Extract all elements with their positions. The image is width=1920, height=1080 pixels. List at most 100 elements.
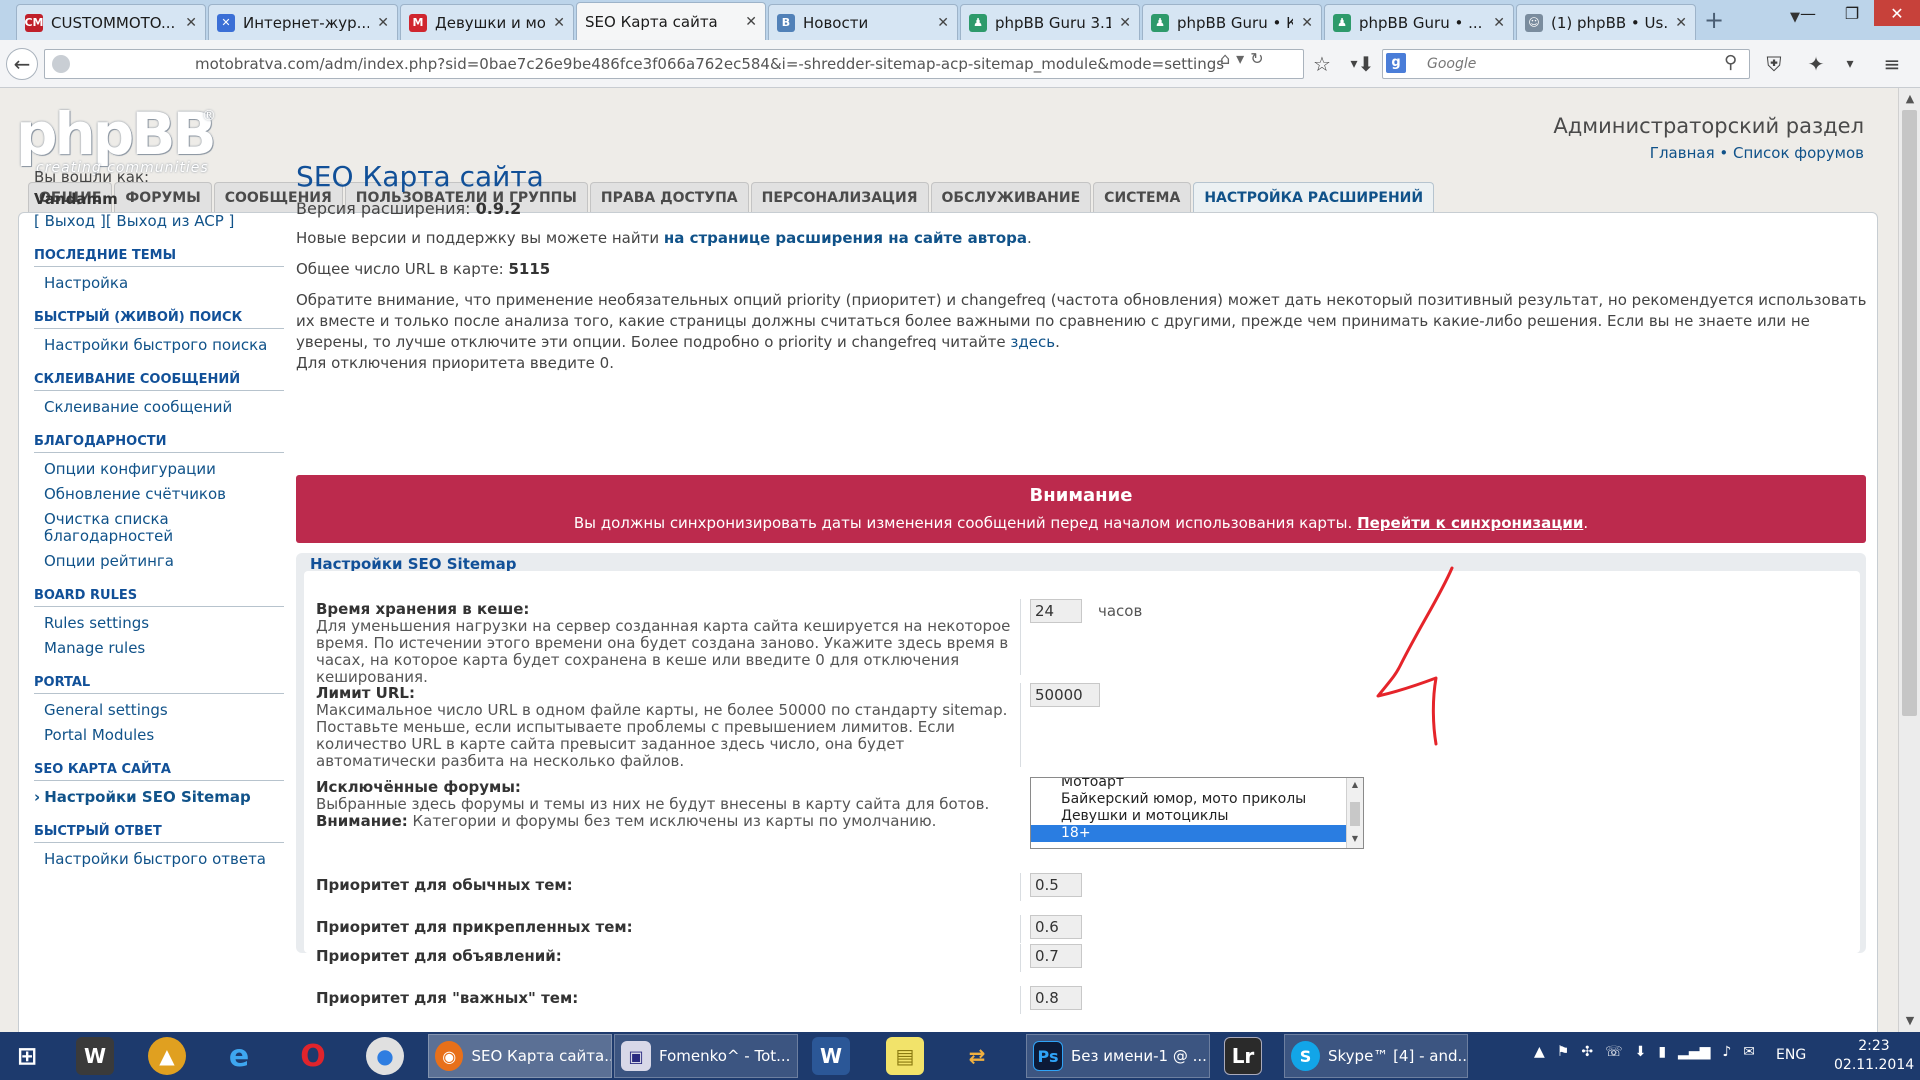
priority-sticky-input[interactable]: 0.6 [1030, 915, 1082, 939]
google-search-engine-icon[interactable]: g [1386, 53, 1406, 73]
phpbb-logo[interactable]: phpBB ® creating communities [16, 104, 217, 176]
windows-logo-icon[interactable]: ⊞ [8, 1037, 46, 1075]
close-tab-icon[interactable]: ✕ [1675, 15, 1687, 31]
search-input[interactable]: Google [1382, 49, 1750, 79]
sidebar-item-seo-sitemap-settings[interactable]: Настройки SEO Sitemap [34, 789, 284, 806]
author-page-link[interactable]: на странице расширения на сайте автора [664, 229, 1027, 247]
browser-tab[interactable]: В Новости ✕ [768, 4, 958, 40]
close-tab-icon[interactable]: ✕ [745, 14, 757, 30]
opera-browser-icon[interactable]: O [294, 1037, 332, 1075]
dropdown-icon[interactable]: ▾ [1236, 49, 1250, 68]
sticky-notes-icon[interactable]: ▤ [886, 1037, 924, 1075]
pinned-app[interactable]: W [812, 1034, 850, 1078]
site-identity-icon[interactable] [52, 55, 70, 73]
network-tray-icon[interactable]: ✣ [1581, 1044, 1593, 1060]
excluded-forums-multiselect[interactable]: Мотоарт Байкерский юмор, мото приколы Де… [1030, 777, 1364, 849]
addon-shield-icon[interactable]: ⛨ [1758, 48, 1790, 80]
browser-tab[interactable]: ☺ (1) phpBB • Us... ✕ [1516, 4, 1696, 40]
logout-link[interactable]: [ Выход ] [34, 212, 106, 230]
chrome-browser-icon[interactable]: ● [366, 1037, 404, 1075]
browser-tab[interactable]: ✕ Интернет-жур... ✕ [208, 4, 398, 40]
sidebar-item-thanks-refresh-counters[interactable]: Обновление счётчиков [34, 486, 284, 503]
close-tab-icon[interactable]: ✕ [185, 15, 197, 31]
priority-help-link[interactable]: здесь [1010, 333, 1055, 351]
sidebar-item-portal-modules[interactable]: Portal Modules [34, 727, 284, 744]
priority-normal-input[interactable]: 0.5 [1030, 873, 1082, 897]
signal-strength-icon[interactable]: ▂▄▆ [1678, 1044, 1710, 1060]
close-tab-icon[interactable]: ✕ [1119, 15, 1131, 31]
new-tab-plus-icon[interactable]: + [1704, 6, 1724, 34]
address-bar[interactable]: motobratva.com/adm/index.php?sid=0bae7c2… [44, 49, 1304, 79]
taskbar-app-skype[interactable]: S Skype™ [4] - and... [1284, 1034, 1468, 1078]
addon-puzzle-icon[interactable]: ✦ [1800, 48, 1832, 80]
reload-icon[interactable]: ↻ [1250, 49, 1269, 68]
forum-option[interactable]: Девушки и мотоциклы [1031, 808, 1363, 825]
forum-option[interactable]: Байкерский юмор, мото приколы [1031, 791, 1363, 808]
aimp-player-icon[interactable]: ▲ [148, 1037, 186, 1075]
sidebar-item-portal-general-settings[interactable]: General settings [34, 702, 284, 719]
listbox-scrollbar[interactable]: ▲ ▼ [1346, 778, 1363, 848]
sidebar-item-manage-rules[interactable]: Manage rules [34, 640, 284, 657]
pinned-app[interactable]: O [294, 1034, 332, 1078]
scroll-up-arrow-icon[interactable]: ▲ [1899, 92, 1920, 105]
viber-tray-icon[interactable]: ☏ [1605, 1044, 1623, 1060]
world-of-tanks-icon[interactable]: W [76, 1037, 114, 1075]
logout-acp-link[interactable]: [ Выход из ACP ] [106, 212, 235, 230]
close-window-icon[interactable]: ✕ [1874, 0, 1920, 26]
priority-announce-input[interactable]: 0.7 [1030, 944, 1082, 968]
lightroom-icon[interactable]: Lr [1224, 1037, 1262, 1075]
url-limit-input[interactable]: 50000 [1030, 683, 1100, 707]
sidebar-item-post-merging[interactable]: Склеивание сообщений [34, 399, 284, 416]
forum-option[interactable]: Мотоарт [1031, 778, 1363, 791]
file-transfer-icon[interactable]: ⇄ [958, 1037, 996, 1075]
back-arrow-icon[interactable]: ← [6, 48, 38, 80]
close-tab-icon[interactable]: ✕ [1493, 15, 1505, 31]
input-language-indicator[interactable]: ENG [1776, 1047, 1806, 1063]
address-bar-tools[interactable]: ⌂▾↻ [1220, 49, 1270, 68]
pinned-app[interactable]: e [220, 1034, 258, 1078]
pinned-app[interactable]: ⇄ [958, 1034, 996, 1078]
sidebar-item-thanks-config[interactable]: Опции конфигурации [34, 461, 284, 478]
system-clock[interactable]: 2:23 02.11.2014 [1834, 1037, 1914, 1075]
browser-tab[interactable]: ♟ phpBB Guru 3.1... ✕ [960, 4, 1140, 40]
addon-menu-chevron-icon[interactable]: ▾ [1834, 48, 1866, 80]
volume-icon[interactable]: ♪ [1722, 1044, 1731, 1060]
show-hidden-icons-chevron-icon[interactable]: ▲ [1534, 1044, 1545, 1060]
pinned-app[interactable]: Lr [1224, 1034, 1262, 1078]
search-icon[interactable]: ⚲ [1724, 52, 1737, 73]
page-scroll-thumb[interactable] [1902, 110, 1917, 716]
browser-tab[interactable]: CM CUSTOMMOTO... ✕ [16, 4, 206, 40]
sidebar-item-rules-settings[interactable]: Rules settings [34, 615, 284, 632]
close-tab-icon[interactable]: ✕ [937, 15, 949, 31]
flag-action-center-icon[interactable]: ⚑ [1557, 1044, 1570, 1060]
scroll-down-arrow-icon[interactable]: ▼ [1347, 834, 1363, 843]
sidebar-item-live-search-settings[interactable]: Настройки быстрого поиска [34, 337, 284, 354]
pinned-app[interactable]: ▤ [886, 1034, 924, 1078]
scroll-down-arrow-icon[interactable]: ▼ [1899, 1014, 1920, 1027]
hamburger-menu-icon[interactable]: ≡ [1876, 48, 1908, 80]
sync-link[interactable]: Перейти к синхронизации [1357, 514, 1583, 532]
internet-explorer-icon[interactable]: e [220, 1037, 258, 1075]
priority-global-input[interactable]: 0.8 [1030, 986, 1082, 1010]
notification-tray-icon[interactable]: ✉ [1743, 1044, 1755, 1060]
close-tab-icon[interactable]: ✕ [1301, 15, 1313, 31]
taskbar-app-firefox[interactable]: ◉ SEO Карта сайта... [428, 1034, 612, 1078]
sidebar-item-thanks-rating-options[interactable]: Опции рейтинга [34, 553, 284, 570]
listbox-scroll-thumb[interactable] [1350, 802, 1360, 826]
close-tab-icon[interactable]: ✕ [377, 15, 389, 31]
bookmark-star-icon[interactable]: ☆ [1306, 48, 1338, 80]
sidebar-item-recent-topics-settings[interactable]: Настройка [34, 275, 284, 292]
browser-tab[interactable]: ♟ phpBB Guru • ... ✕ [1324, 4, 1514, 40]
scroll-up-arrow-icon[interactable]: ▲ [1347, 780, 1363, 789]
taskbar-app-photoshop[interactable]: Ps Без имени-1 @ ... [1026, 1034, 1210, 1078]
cache-time-input[interactable]: 24 [1030, 599, 1082, 623]
browser-tab-active[interactable]: SEO Карта сайта ✕ [576, 2, 766, 40]
pinned-app[interactable]: ▲ [148, 1034, 186, 1078]
start-button[interactable]: ⊞ [8, 1034, 46, 1078]
sidebar-item-thanks-clear-list[interactable]: Очистка списка благодарностей [34, 511, 284, 545]
maximize-window-icon[interactable]: ❐ [1830, 0, 1874, 26]
taskbar-app-total-commander[interactable]: ▣ Fomenko^ - Tot... [614, 1034, 798, 1078]
browser-tab[interactable]: M Девушки и мо... ✕ [400, 4, 574, 40]
close-tab-icon[interactable]: ✕ [553, 15, 565, 31]
pinned-app[interactable]: ● [366, 1034, 404, 1078]
